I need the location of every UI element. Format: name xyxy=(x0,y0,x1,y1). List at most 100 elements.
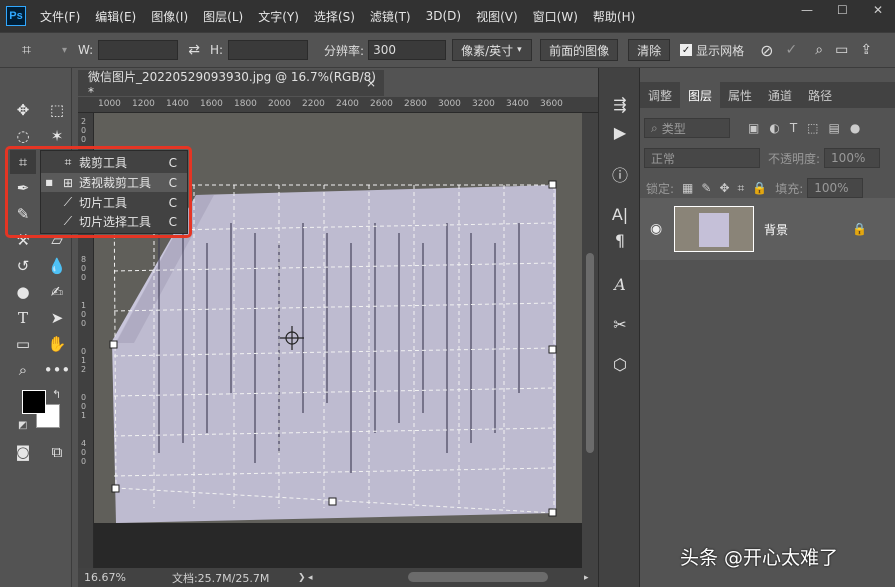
lock-image-icon[interactable]: ✎ xyxy=(701,181,711,195)
menu-view[interactable]: 视图(V) xyxy=(476,8,518,25)
lock-transparent-icon[interactable]: ▦ xyxy=(682,181,693,195)
pixel-filter-icon[interactable]: ▣ xyxy=(748,121,759,135)
filter-toggle-icon[interactable]: ● xyxy=(850,121,860,135)
scroll-right-icon[interactable]: ▸ xyxy=(584,573,589,583)
menu-window[interactable]: 窗口(W) xyxy=(533,8,578,25)
zoom-level[interactable]: 16.67% xyxy=(84,571,126,584)
close-tab-icon[interactable]: × xyxy=(366,76,376,90)
play-action-icon[interactable]: ▶ xyxy=(607,120,633,144)
default-colors-icon[interactable]: ◩ xyxy=(18,420,27,431)
close-icon[interactable]: ✕ xyxy=(873,4,885,16)
pen-tool-icon[interactable]: ✍ xyxy=(44,280,70,304)
tab-properties[interactable]: 属性 xyxy=(720,82,760,108)
tab-layers[interactable]: 图层 xyxy=(680,82,721,108)
blend-mode-select[interactable]: 正常 xyxy=(644,148,760,168)
dodge-tool-icon[interactable]: ● xyxy=(10,280,36,304)
history-icon[interactable]: ⇶ xyxy=(607,92,633,116)
opacity-field[interactable]: 100% xyxy=(824,148,881,168)
screen-mode-icon[interactable]: ⧉ xyxy=(44,440,70,464)
menu-edit[interactable]: 编辑(E) xyxy=(95,8,136,25)
slice-tool-item[interactable]: ⟋ 切片工具 C xyxy=(41,193,187,212)
visibility-eye-icon[interactable]: ◉ xyxy=(650,221,662,237)
handle-middle-right[interactable] xyxy=(548,345,557,354)
menu-file[interactable]: 文件(F) xyxy=(40,8,80,25)
tab-paths[interactable]: 路径 xyxy=(800,82,840,108)
lock-all-icon[interactable]: 🔒 xyxy=(752,181,767,195)
type-tool-icon[interactable]: T xyxy=(10,306,36,330)
commit-icon[interactable]: ✓ xyxy=(786,42,798,58)
info-icon[interactable]: ⓘ xyxy=(607,162,633,186)
search-icon[interactable]: ⌕ xyxy=(815,42,823,58)
hand-tool-icon[interactable]: ✋ xyxy=(44,332,70,356)
handle-top-right[interactable] xyxy=(548,180,557,189)
vertical-scrollbar[interactable] xyxy=(582,113,598,568)
show-grid-checkbox[interactable]: ✓ xyxy=(680,44,693,56)
scroll-thumb[interactable] xyxy=(586,253,594,453)
front-image-button[interactable]: 前面的图像 xyxy=(540,39,619,61)
glyphs-icon[interactable]: A xyxy=(607,272,633,296)
layer-name[interactable]: 背景 xyxy=(764,221,788,238)
smart-object-filter-icon[interactable]: ▤ xyxy=(829,121,840,135)
lock-position-icon[interactable]: ✥ xyxy=(719,181,729,195)
adjustment-filter-icon[interactable]: ◐ xyxy=(769,121,779,135)
blur-tool-icon[interactable]: 💧 xyxy=(44,254,70,278)
crop-tool-item[interactable]: ⌗ 裁剪工具 C xyxy=(41,153,187,172)
horizontal-scroll-thumb[interactable] xyxy=(408,572,548,582)
magic-wand-icon[interactable]: ✶ xyxy=(44,124,70,148)
perspective-crop-tool-item[interactable]: ■ ⊞ 透视裁剪工具 C xyxy=(41,173,187,192)
handle-bottom-right[interactable] xyxy=(548,508,557,517)
text-column xyxy=(374,223,376,433)
height-field[interactable] xyxy=(228,40,309,60)
slice-select-tool-item[interactable]: ⟋ 切片选择工具 C xyxy=(41,212,187,231)
marquee-tool-icon[interactable]: ⬚ xyxy=(44,98,70,122)
photoshop-logo[interactable]: Ps xyxy=(6,6,26,26)
workspace-icon[interactable]: ▭ xyxy=(835,42,848,58)
character-icon[interactable]: A| xyxy=(607,202,633,226)
paragraph-icon[interactable]: ¶ xyxy=(607,228,633,252)
more-tools-icon[interactable]: ••• xyxy=(44,358,71,382)
type-filter-icon[interactable]: T xyxy=(790,121,797,135)
width-field[interactable] xyxy=(98,40,179,60)
handle-middle-left[interactable] xyxy=(109,340,118,349)
swap-colors-icon[interactable]: ↰ xyxy=(52,388,61,401)
lasso-tool-icon[interactable]: ◌ xyxy=(10,124,36,148)
share-icon[interactable]: ⇪ xyxy=(860,42,872,58)
handle-bottom-left[interactable] xyxy=(111,484,120,493)
menu-image[interactable]: 图像(I) xyxy=(151,8,188,25)
menu-filter[interactable]: 滤镜(T) xyxy=(370,8,411,25)
tab-channels[interactable]: 通道 xyxy=(760,82,800,108)
scroll-left-icon[interactable]: ◂ xyxy=(308,573,313,583)
maximize-icon[interactable]: ☐ xyxy=(837,4,849,16)
handle-bottom-middle[interactable] xyxy=(328,497,337,506)
swap-icon[interactable]: ⇄ xyxy=(188,42,200,58)
quick-mask-icon[interactable]: ◙ xyxy=(10,440,36,464)
rectangle-tool-icon[interactable]: ▭ xyxy=(10,332,36,356)
menu-layer[interactable]: 图层(L) xyxy=(203,8,243,25)
tool-preset-icon[interactable]: ⌗ xyxy=(22,40,52,60)
tab-adjustments[interactable]: 调整 xyxy=(640,82,680,108)
menu-select[interactable]: 选择(S) xyxy=(314,8,355,25)
3d-icon[interactable]: ⬡ xyxy=(607,352,633,376)
cancel-icon[interactable]: ⊘ xyxy=(760,41,773,60)
menu-help[interactable]: 帮助(H) xyxy=(593,8,635,25)
foreground-color[interactable] xyxy=(22,390,46,414)
chevron-right-icon[interactable]: ❯ xyxy=(298,573,306,583)
layer-row-background[interactable]: ◉ 背景 🔒 xyxy=(640,198,895,260)
menu-3d[interactable]: 3D(D) xyxy=(426,9,461,23)
menu-type[interactable]: 文字(Y) xyxy=(258,8,299,25)
zoom-tool-icon[interactable]: ⌕ xyxy=(10,358,36,382)
chevron-down-icon[interactable]: ▾ xyxy=(62,45,70,56)
fill-field[interactable]: 100% xyxy=(807,178,864,198)
unit-select[interactable]: 像素/英寸 ▾ xyxy=(452,39,533,61)
history-brush-icon[interactable]: ↺ xyxy=(10,254,36,278)
clear-button[interactable]: 清除 xyxy=(628,39,671,61)
tools-icon[interactable]: ✂ xyxy=(607,312,633,336)
move-tool-icon[interactable]: ✥ xyxy=(10,98,36,122)
shape-filter-icon[interactable]: ⬚ xyxy=(807,121,818,135)
kind-filter-select[interactable]: ⌕ 类型 xyxy=(644,118,730,138)
minimize-icon[interactable]: — xyxy=(801,4,813,16)
document-tab[interactable]: 微信图片_20220529093930.jpg @ 16.7%(RGB/8) *… xyxy=(78,70,384,99)
lock-artboard-icon[interactable]: ⌗ xyxy=(738,181,745,196)
path-select-icon[interactable]: ➤ xyxy=(44,306,70,330)
resolution-field[interactable]: 300 xyxy=(368,40,447,60)
